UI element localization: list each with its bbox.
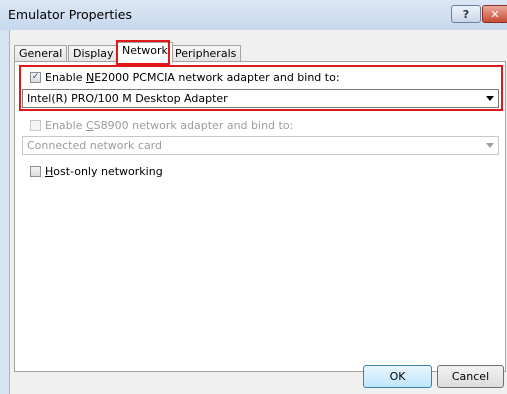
- ne2000-adapter-dropdown[interactable]: Intel(R) PRO/100 M Desktop Adapter: [22, 89, 499, 108]
- tab-peripherals[interactable]: Peripherals: [170, 45, 242, 62]
- network-tab-panel: ✓ Enable NE2000 PCMCIA network adapter a…: [14, 61, 506, 372]
- cs8900-adapter-value: Connected network card: [27, 139, 162, 152]
- close-icon: ✕: [490, 7, 500, 21]
- dialog-client-area: General Display Network Peripherals ✓ En…: [9, 30, 507, 394]
- cs8900-label-access: C: [85, 119, 94, 132]
- ne2000-checkbox-row[interactable]: ✓ Enable NE2000 PCMCIA network adapter a…: [30, 71, 340, 84]
- ne2000-adapter-value: Intel(R) PRO/100 M Desktop Adapter: [27, 92, 228, 105]
- title-bar[interactable]: Emulator Properties ? ✕: [0, 0, 507, 30]
- host-only-label: Host-only networking: [45, 165, 163, 178]
- cs8900-label-pre: Enable: [45, 119, 86, 132]
- cs8900-checkbox[interactable]: [30, 120, 41, 131]
- cs8900-checkbox-row[interactable]: Enable CS8900 network adapter and bind t…: [30, 119, 293, 132]
- tab-network-label: Network: [122, 44, 168, 57]
- ne2000-label-access: N: [85, 71, 95, 84]
- tab-general-label: General: [19, 47, 63, 60]
- host-only-checkbox-row[interactable]: Host-only networking: [30, 165, 163, 178]
- tab-general[interactable]: General: [14, 45, 68, 62]
- tab-display[interactable]: Display: [68, 45, 119, 62]
- ok-button-label: OK: [389, 370, 406, 383]
- cancel-button-label: Cancel: [451, 370, 490, 383]
- cs8900-label-post: S8900 network adapter and bind to:: [93, 119, 294, 132]
- chevron-down-icon: [486, 96, 494, 101]
- ne2000-label: Enable NE2000 PCMCIA network adapter and…: [45, 71, 340, 84]
- cancel-button[interactable]: Cancel: [437, 365, 504, 388]
- ne2000-label-pre: Enable: [45, 71, 86, 84]
- tab-display-label: Display: [73, 47, 114, 60]
- tab-peripherals-label: Peripherals: [175, 47, 237, 60]
- cs8900-label: Enable CS8900 network adapter and bind t…: [45, 119, 293, 132]
- tab-network[interactable]: Network: [117, 42, 173, 63]
- ok-button[interactable]: OK: [363, 365, 432, 388]
- host-only-checkbox[interactable]: [30, 166, 41, 177]
- cs8900-adapter-dropdown[interactable]: Connected network card: [22, 136, 499, 155]
- emulator-properties-window: Emulator Properties ? ✕ General Display …: [0, 0, 507, 394]
- help-icon: ?: [462, 7, 470, 21]
- help-button[interactable]: ?: [451, 5, 481, 23]
- close-button[interactable]: ✕: [482, 5, 507, 23]
- window-title: Emulator Properties: [8, 7, 132, 22]
- ne2000-checkbox[interactable]: ✓: [30, 72, 41, 83]
- host-only-label-post: ost-only networking: [53, 165, 163, 178]
- ne2000-label-post: E2000 PCMCIA network adapter and bind to…: [94, 71, 340, 84]
- checkmark-icon: ✓: [31, 72, 40, 82]
- chevron-down-icon: [486, 143, 494, 148]
